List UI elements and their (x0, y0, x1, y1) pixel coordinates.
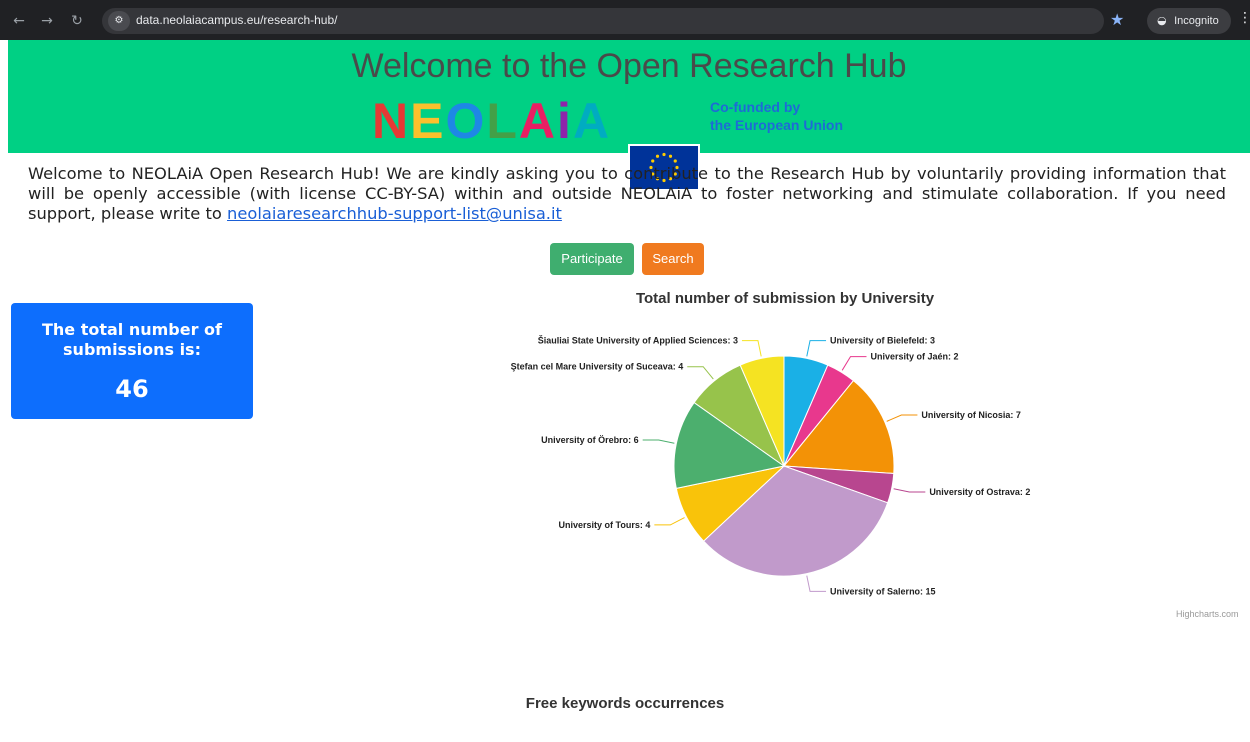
pie-connector (806, 340, 827, 357)
pie-connector (806, 575, 827, 592)
intro-text: Welcome to NEOLAiA Open Research Hub! We… (28, 164, 1226, 223)
pie-data-label: University of Bielefeld: 3 (830, 336, 935, 346)
incognito-icon: ◒ (1157, 14, 1167, 27)
logo-letter: A (572, 93, 612, 149)
eu-cofunded-text: Co-funded by the European Union (710, 98, 843, 134)
pie-data-label: University of Örebro: 6 (541, 435, 639, 445)
site-info-icon[interactable]: ⚙ (108, 11, 130, 31)
back-icon[interactable]: ← (8, 10, 30, 32)
total-submissions-value: 46 (115, 375, 149, 403)
pie-connector (893, 488, 926, 493)
logo-letter: i (557, 93, 573, 149)
browser-toolbar: ← → ↻ ⚙ data.neolaiacampus.eu/research-h… (0, 0, 1250, 40)
logo-letter: O (445, 93, 487, 149)
forward-icon[interactable]: → (36, 10, 58, 32)
support-email-link[interactable]: neolaiaresearchhub-support-list@unisa.it (227, 204, 562, 223)
pie-data-label: Šiauliai State University of Applied Sci… (538, 335, 738, 346)
reload-icon[interactable]: ↻ (66, 10, 88, 32)
pie-connector (642, 439, 675, 444)
address-bar[interactable]: ⚙ data.neolaiacampus.eu/research-hub/ (102, 8, 1104, 34)
submissions-pie-chart: University of Bielefeld: 3 University of … (511, 335, 1031, 597)
logo-letter: L (486, 93, 519, 149)
incognito-label: Incognito (1174, 15, 1219, 27)
intro-paragraph: Welcome to NEOLAiA Open Research Hub! We… (28, 164, 1226, 224)
eu-star (662, 152, 666, 157)
pie-connector (741, 340, 762, 357)
site-header: Welcome to the Open Research Hub NEOLAiA… (8, 40, 1250, 191)
chart-title: Total number of submission by University (635, 290, 935, 307)
page-title: Welcome to the Open Research Hub (351, 47, 907, 85)
logo-letter: E (410, 93, 446, 149)
eu-star (673, 159, 677, 163)
eu-line-2: the European Union (710, 117, 843, 133)
total-submissions-label: The total number of submissions is: (41, 320, 223, 359)
pie-connector (886, 414, 918, 422)
pie-data-label: University of Nicosia: 7 (921, 410, 1021, 420)
participate-button[interactable]: Participate (550, 243, 634, 275)
pie-connector (654, 517, 685, 526)
pie-data-label: University of Salerno: 15 (830, 586, 936, 596)
highcharts-credits[interactable]: Highcharts.com (1176, 609, 1239, 619)
eu-star (655, 154, 660, 158)
pie-connector (687, 366, 714, 380)
pie-connector (841, 356, 867, 371)
eu-line-1: Co-funded by (710, 99, 801, 115)
pie-data-label: Ştefan cel Mare University of Suceava: 4 (511, 362, 684, 372)
keywords-chart-title: Free keywords occurrences (525, 695, 725, 712)
pie-data-label: University of Jaén: 2 (871, 352, 959, 362)
pie-data-label: University of Ostrava: 2 (929, 487, 1030, 497)
pie-data-label: University of Tours: 4 (558, 520, 650, 530)
logo-letter: A (518, 93, 558, 149)
search-button[interactable]: Search (642, 243, 704, 275)
bookmark-star-icon[interactable]: ★ (1110, 10, 1124, 29)
total-submissions-card: The total number of submissions is: 46 (11, 303, 253, 419)
neolaia-logo-text: NEOLAiA (372, 92, 611, 150)
eu-star (651, 159, 655, 163)
incognito-badge[interactable]: ◒ Incognito (1147, 8, 1231, 34)
menu-dots-icon[interactable]: ⋮ (1238, 10, 1250, 26)
eu-star (668, 154, 673, 158)
logo-letter: N (372, 93, 411, 149)
url-text[interactable]: data.neolaiacampus.eu/research-hub/ (136, 13, 337, 27)
